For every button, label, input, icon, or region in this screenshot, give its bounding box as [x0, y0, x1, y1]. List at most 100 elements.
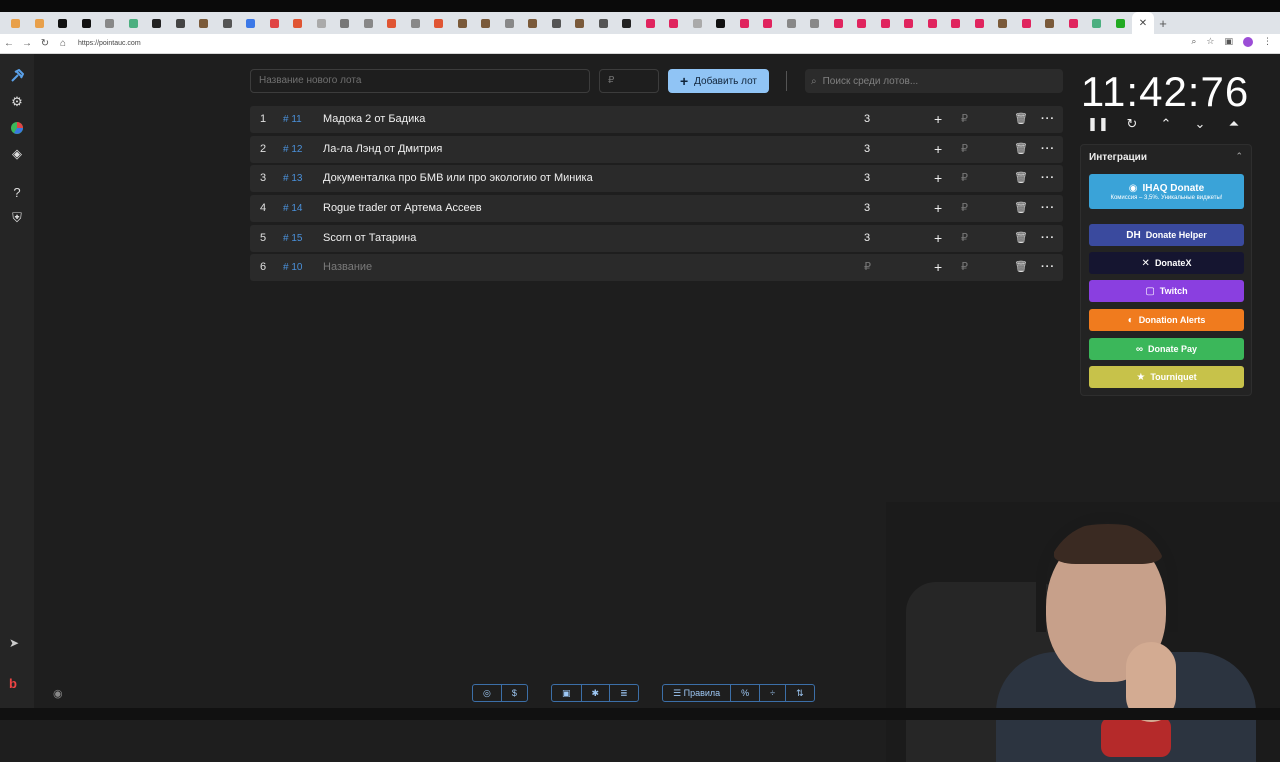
add-amount-icon[interactable]: +: [934, 165, 942, 192]
integration-button[interactable]: ▢ Twitch: [1089, 280, 1244, 302]
list-delete-icon[interactable]: ≣: [610, 685, 638, 701]
delete-icon[interactable]: 🗑: [1014, 195, 1028, 222]
extensions-icon[interactable]: ▣: [1224, 36, 1233, 47]
browser-tab[interactable]: [991, 12, 1015, 34]
integration-button[interactable]: DH Donate Helper: [1089, 224, 1244, 246]
browser-tab[interactable]: [333, 12, 357, 34]
browser-tab[interactable]: [51, 12, 75, 34]
integration-button[interactable]: ✕ DonateX: [1089, 252, 1244, 274]
lot-amount[interactable]: 3: [864, 225, 870, 252]
delete-icon[interactable]: 🗑: [1014, 225, 1028, 252]
lot-name-input[interactable]: Название: [323, 254, 372, 281]
browser-tab[interactable]: [427, 12, 451, 34]
lot-amount[interactable]: 3: [864, 165, 870, 192]
add-lot-button[interactable]: + Добавить лот: [668, 69, 769, 93]
browser-tab[interactable]: [521, 12, 545, 34]
more-icon[interactable]: ···: [1041, 195, 1055, 222]
more-icon[interactable]: ···: [1041, 254, 1055, 281]
delete-icon[interactable]: 🗑: [1014, 254, 1028, 281]
delete-icon[interactable]: 🗑: [1014, 165, 1028, 192]
help-icon[interactable]: ?: [7, 182, 27, 202]
browser-tab[interactable]: [404, 12, 428, 34]
browser-tab[interactable]: [897, 12, 921, 34]
browser-tab[interactable]: [498, 12, 522, 34]
shield-icon[interactable]: ⛨: [7, 208, 27, 228]
gear-icon[interactable]: ⚙: [7, 92, 27, 112]
browser-tab[interactable]: [122, 12, 146, 34]
browser-tab[interactable]: [75, 12, 99, 34]
lot-name-input[interactable]: Scorn от Татарина: [323, 225, 416, 252]
reset-icon[interactable]: ↻: [1118, 116, 1146, 132]
pie-chart-icon[interactable]: [7, 118, 27, 138]
browser-tab[interactable]: [4, 12, 28, 34]
browser-tab[interactable]: [28, 12, 52, 34]
save-icon[interactable]: ▣: [552, 685, 582, 701]
add-amount-input[interactable]: ₽: [961, 225, 968, 252]
hammer-icon[interactable]: [7, 66, 27, 86]
browser-tab[interactable]: [1062, 12, 1086, 34]
url-text[interactable]: https://pointauc.com: [78, 40, 141, 47]
browser-tab[interactable]: [239, 12, 263, 34]
zoom-icon[interactable]: ⌕: [1191, 36, 1196, 47]
browser-tab[interactable]: [733, 12, 757, 34]
browser-tab[interactable]: [474, 12, 498, 34]
lot-amount[interactable]: 3: [864, 106, 870, 133]
browser-tab[interactable]: [1038, 12, 1062, 34]
add-amount-icon[interactable]: +: [934, 254, 942, 281]
browser-tab[interactable]: [639, 12, 663, 34]
browser-tab[interactable]: [357, 12, 381, 34]
sort-icon[interactable]: ⇅: [786, 685, 814, 701]
add-amount-icon[interactable]: +: [934, 106, 942, 133]
more-icon[interactable]: ···: [1041, 225, 1055, 252]
browser-tab[interactable]: [263, 12, 287, 34]
more-icon[interactable]: ···: [1041, 106, 1055, 133]
add-amount-input[interactable]: ₽: [961, 195, 968, 222]
dollar-icon[interactable]: $: [502, 685, 527, 701]
pause-icon[interactable]: ❚❚: [1084, 116, 1112, 132]
delete-icon[interactable]: 🗑: [1014, 136, 1028, 163]
new-lot-input[interactable]: Название нового лота: [250, 69, 590, 93]
browser-tab[interactable]: [451, 12, 475, 34]
percent-icon[interactable]: %: [731, 685, 761, 701]
lot-search-input[interactable]: ⌕ Поиск среди лотов...: [805, 69, 1063, 93]
browser-tab[interactable]: [921, 12, 945, 34]
browser-tab[interactable]: [545, 12, 569, 34]
browser-tab[interactable]: [709, 12, 733, 34]
add-amount-icon[interactable]: +: [934, 195, 942, 222]
browser-tab[interactable]: [169, 12, 193, 34]
collapse-chevron-icon[interactable]: ⌃: [1235, 151, 1243, 162]
new-tab-icon[interactable]: +: [1154, 16, 1172, 31]
browser-tab[interactable]: [1085, 12, 1109, 34]
home-icon[interactable]: ⌂: [54, 38, 72, 49]
lot-name-input[interactable]: Rogue trader от Артема Ассеев: [323, 195, 482, 222]
browser-menu-icon[interactable]: ⋮: [1263, 36, 1272, 47]
add-amount-icon[interactable]: +: [934, 136, 942, 163]
browser-tab[interactable]: [1109, 12, 1133, 34]
integration-button[interactable]: ★ Tourniquet: [1089, 366, 1244, 388]
more-icon[interactable]: ···: [1041, 136, 1055, 163]
eye-icon[interactable]: ◉: [53, 687, 63, 700]
browser-tab[interactable]: [686, 12, 710, 34]
browser-tab[interactable]: [615, 12, 639, 34]
add-amount-input[interactable]: ₽: [961, 136, 968, 163]
lot-name-input[interactable]: Мадока 2 от Бадика: [323, 106, 425, 133]
telegram-icon[interactable]: ➤: [9, 636, 19, 650]
integration-button[interactable]: ∞ Donate Pay: [1089, 338, 1244, 360]
delete-icon[interactable]: 🗑: [1014, 106, 1028, 133]
layers-icon[interactable]: ◈: [7, 144, 27, 164]
browser-tab[interactable]: [192, 12, 216, 34]
browser-tab[interactable]: [850, 12, 874, 34]
back-icon[interactable]: ←: [0, 38, 18, 49]
add-amount-input[interactable]: ₽: [961, 165, 968, 192]
browser-tab[interactable]: [827, 12, 851, 34]
browser-tab[interactable]: [803, 12, 827, 34]
ihaq-donate-button[interactable]: ◉ IHAQ Donate Комиссия – 3,5%. Уникальны…: [1089, 174, 1244, 209]
browser-tab[interactable]: [592, 12, 616, 34]
rules-button[interactable]: ☰ Правила: [663, 685, 732, 701]
browser-tab[interactable]: [874, 12, 898, 34]
browser-tab[interactable]: [380, 12, 404, 34]
lot-amount[interactable]: 3: [864, 136, 870, 163]
double-up-icon[interactable]: ⏶: [1220, 116, 1248, 132]
browser-tab[interactable]: [286, 12, 310, 34]
browser-tab[interactable]: [145, 12, 169, 34]
